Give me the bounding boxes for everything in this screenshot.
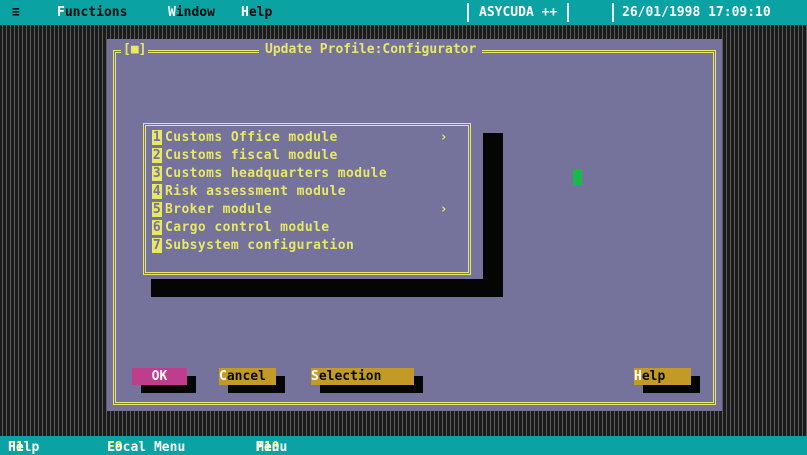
help-button[interactable]: Help bbox=[634, 368, 691, 385]
dialog-title: Update Profile:Configurator bbox=[259, 42, 483, 58]
menu-functions[interactable]: Functions bbox=[57, 5, 127, 20]
menu-item-number: 5 bbox=[152, 202, 162, 217]
menu-item-number: 2 bbox=[152, 148, 162, 163]
menu-item-subsystem-configuration[interactable]: 7 Subsystem configuration bbox=[152, 238, 464, 255]
date-time: 26/01/1998 17:09:10 bbox=[622, 5, 771, 20]
selection-hotkey: S bbox=[311, 369, 319, 384]
update-profile-dialog: [■] Update Profile:Configurator 1 Customs… bbox=[107, 39, 722, 411]
menu-item-customs-headquarters[interactable]: 3 Customs headquarters module bbox=[152, 166, 464, 183]
menu-item-number: 1 bbox=[152, 130, 162, 145]
button-shadow bbox=[691, 376, 700, 393]
ok-button[interactable]: OK bbox=[132, 368, 187, 385]
menu-item-broker[interactable]: 5 Broker module › bbox=[152, 202, 464, 219]
menu-item-label: Cargo control module bbox=[165, 220, 330, 235]
help-hotkey: H bbox=[634, 369, 642, 384]
menu-help[interactable]: Help bbox=[241, 5, 272, 20]
close-icon[interactable]: [■] bbox=[121, 42, 149, 58]
menu-window-hotkey: W bbox=[168, 5, 176, 20]
menu-item-label: Customs fiscal module bbox=[165, 148, 338, 163]
menu-item-customs-office[interactable]: 1 Customs Office module › bbox=[152, 130, 464, 147]
status-label: Local Menu bbox=[107, 440, 186, 455]
selection-label: election bbox=[318, 369, 382, 384]
menu-window[interactable]: Window bbox=[168, 5, 215, 20]
menu-help-label: elp bbox=[248, 5, 273, 20]
button-shadow bbox=[320, 385, 423, 393]
cancel-hotkey: C bbox=[219, 369, 227, 384]
menu-item-label: Subsystem configuration bbox=[165, 238, 355, 253]
menu-window-label: indow bbox=[175, 5, 215, 20]
menu-item-customs-fiscal[interactable]: 2 Customs fiscal module bbox=[152, 148, 464, 165]
menu-shadow bbox=[151, 279, 503, 297]
menu-shadow bbox=[483, 133, 503, 297]
clock-separator bbox=[612, 3, 614, 22]
menu-functions-label: unctions bbox=[64, 5, 128, 20]
selection-button[interactable]: Selection bbox=[311, 368, 414, 385]
submenu-arrow-icon: › bbox=[439, 130, 448, 145]
cancel-button[interactable]: Cancel bbox=[219, 368, 276, 385]
menu-functions-hotkey: F bbox=[57, 5, 65, 20]
menu-item-risk-assessment[interactable]: 4 Risk assessment module bbox=[152, 184, 464, 201]
menu-help-hotkey: H bbox=[241, 5, 249, 20]
status-bar: F1 Help F9 Local Menu F10 Menu bbox=[0, 436, 807, 455]
menu-bar: ≡ Functions Window Help ASYCUDA ++ 26/01… bbox=[0, 0, 807, 25]
menu-item-label: Customs headquarters module bbox=[165, 166, 388, 181]
menu-item-number: 3 bbox=[152, 166, 162, 181]
menu-item-label: Risk assessment module bbox=[165, 184, 346, 199]
button-shadow bbox=[187, 376, 196, 393]
submenu-arrow-icon: › bbox=[439, 202, 448, 217]
help-label: elp bbox=[641, 369, 666, 384]
module-menu: 1 Customs Office module › 2 Customs fiscal… bbox=[143, 123, 471, 275]
cancel-label: ancel bbox=[226, 369, 266, 384]
menu-item-number: 4 bbox=[152, 184, 162, 199]
text-cursor bbox=[573, 169, 582, 185]
status-label: Help bbox=[8, 440, 40, 455]
menu-item-number: 6 bbox=[152, 220, 162, 235]
menu-item-number: 7 bbox=[152, 238, 162, 253]
status-label: Menu bbox=[256, 440, 288, 455]
menu-item-cargo-control[interactable]: 6 Cargo control module bbox=[152, 220, 464, 237]
button-shadow bbox=[414, 376, 423, 393]
app-name: ASYCUDA ++ bbox=[467, 3, 570, 22]
menu-item-label: Broker module bbox=[165, 202, 272, 217]
button-shadow bbox=[276, 376, 285, 393]
menu-item-label: Customs Office module bbox=[165, 130, 338, 145]
system-menu-icon[interactable]: ≡ bbox=[12, 5, 20, 20]
